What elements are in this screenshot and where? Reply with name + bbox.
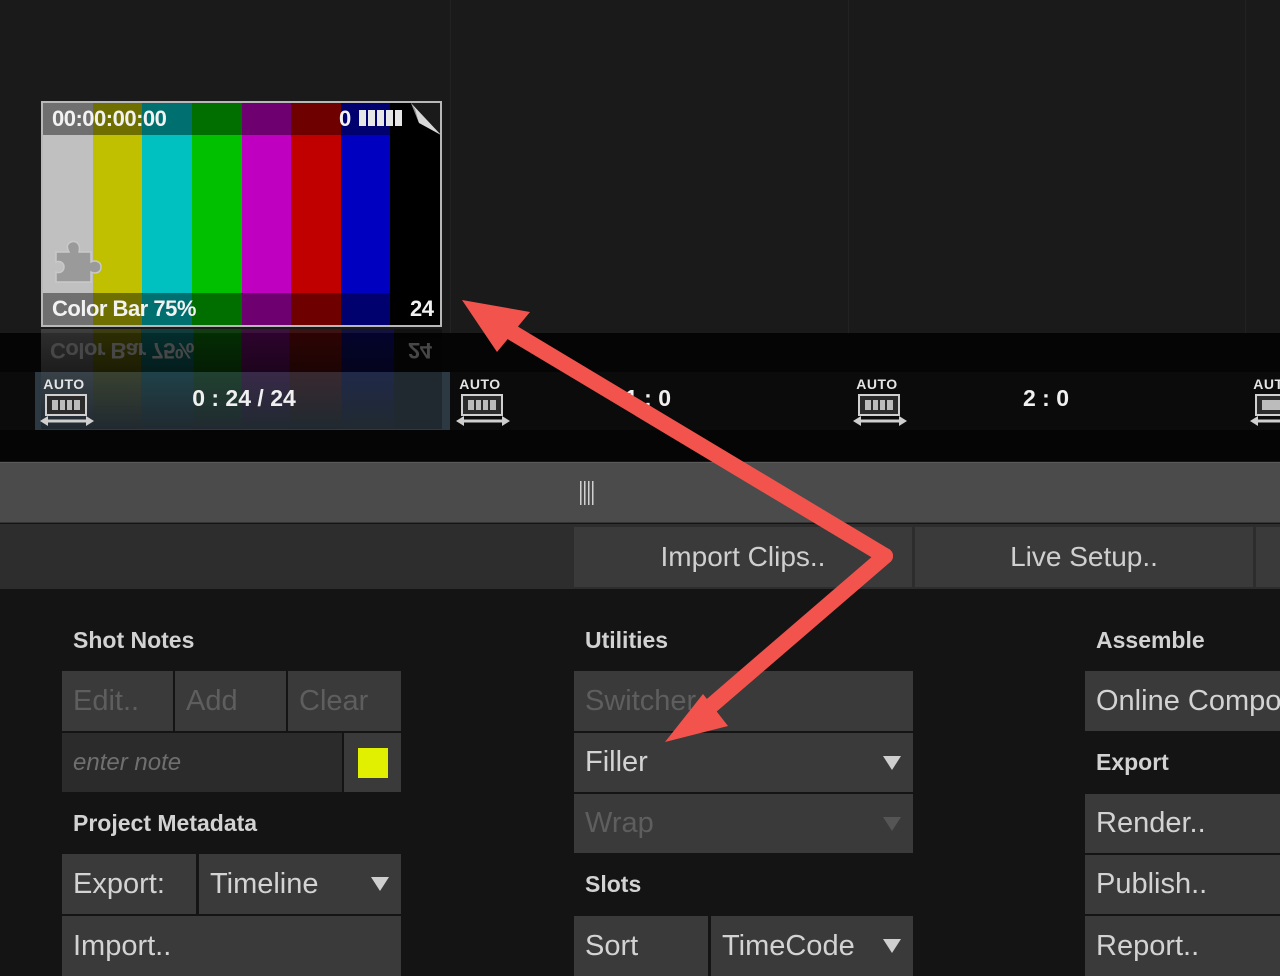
annotation-arrow-shaft: [682, 548, 893, 732]
annotation-arrows: [462, 300, 893, 742]
annotation-arrow-shaft: [480, 310, 893, 564]
